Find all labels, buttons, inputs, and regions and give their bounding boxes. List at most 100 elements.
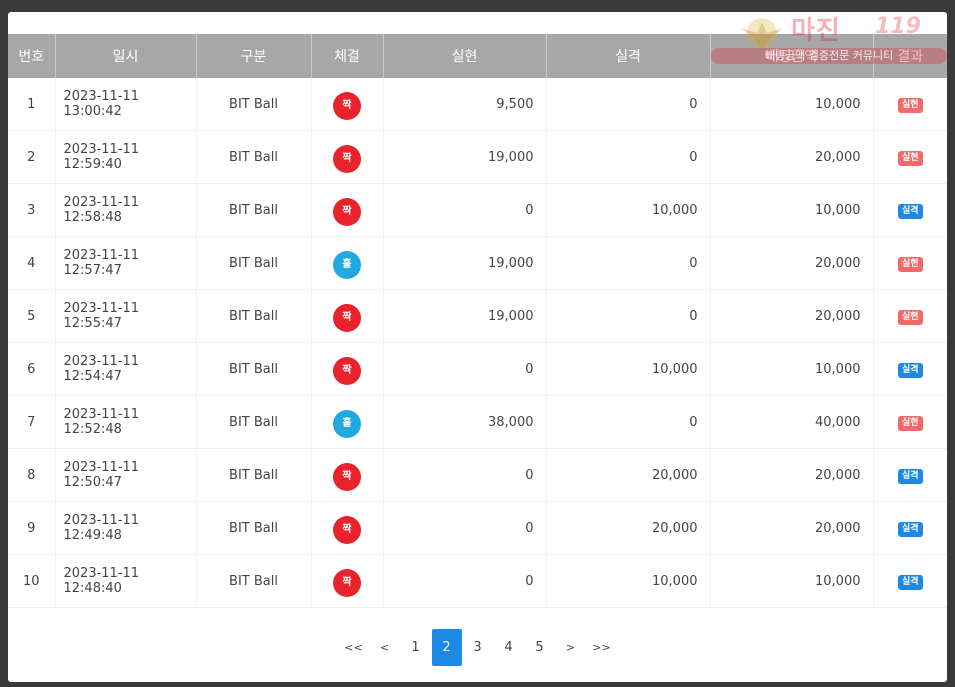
cell-pick: 홀 (311, 236, 384, 290)
cell-no: 10 (8, 554, 56, 608)
pagination: << < 1 2 3 4 5 > >> (8, 628, 947, 666)
cell-result: 실현 (873, 395, 947, 449)
header-bet-amount: 배팅금액 (710, 34, 874, 78)
table-row: 5 2023-11-11 12:55:47 BIT Ball 짝 19,000 0 20,0… (8, 289, 947, 343)
page-prev-button[interactable]: < (370, 629, 400, 666)
cell-no: 5 (8, 289, 56, 343)
result-badge: 실격 (897, 468, 923, 484)
cell-realized: 0 (383, 554, 547, 608)
cell-realized: 0 (383, 342, 547, 396)
result-badge: 실현 (897, 309, 923, 325)
cell-result: 실격 (873, 554, 947, 608)
cell-datetime: 2023-11-11 12:49:48 (55, 501, 197, 555)
cell-no: 8 (8, 448, 56, 502)
cell-realized: 19,000 (383, 289, 547, 343)
table-row: 10 2023-11-11 12:48:40 BIT Ball 짝 0 10,000 10,… (8, 554, 947, 608)
cell-result: 실현 (873, 236, 947, 290)
page-2-button[interactable]: 2 (431, 628, 462, 666)
header-no: 번호 (8, 34, 56, 78)
cell-pick: 짝 (311, 78, 384, 131)
cell-datetime: 2023-11-11 12:57:47 (55, 236, 197, 290)
pick-ball: 짝 (333, 357, 361, 385)
cell-pick: 짝 (311, 554, 384, 608)
cell-pick: 짝 (311, 130, 384, 184)
table-row: 6 2023-11-11 12:54:47 BIT Ball 짝 0 10,000 10,0… (8, 342, 947, 396)
cell-no: 9 (8, 501, 56, 555)
cell-type: BIT Ball (196, 554, 312, 608)
cell-no: 1 (8, 78, 56, 131)
cell-result: 실현 (873, 78, 947, 131)
cell-pick: 짝 (311, 289, 384, 343)
result-badge: 실격 (897, 362, 923, 378)
cell-datetime: 2023-11-11 12:52:48 (55, 395, 197, 449)
cell-pick: 짝 (311, 342, 384, 396)
header-realized: 실현 (383, 34, 547, 78)
cell-no: 3 (8, 183, 56, 237)
table-row: 8 2023-11-11 12:50:47 BIT Ball 짝 0 20,000 20,0… (8, 448, 947, 502)
pick-ball: 짝 (333, 463, 361, 491)
header-pick: 체결 (311, 34, 384, 78)
page-4-button[interactable]: 4 (494, 629, 524, 666)
cell-datetime: 2023-11-11 12:55:47 (55, 289, 197, 343)
cell-lost: 0 (546, 130, 711, 184)
cell-lost: 10,000 (546, 554, 711, 608)
cell-result: 실현 (873, 289, 947, 343)
result-badge: 실현 (897, 150, 923, 166)
header-type: 구분 (196, 34, 312, 78)
cell-lost: 10,000 (546, 342, 711, 396)
cell-lost: 10,000 (546, 183, 711, 237)
cell-pick: 짝 (311, 183, 384, 237)
page-1-button[interactable]: 1 (401, 629, 431, 666)
result-badge: 실현 (897, 256, 923, 272)
header-lost: 실격 (546, 34, 711, 78)
cell-result: 실현 (873, 130, 947, 184)
cell-pick: 짝 (311, 448, 384, 502)
table-row: 7 2023-11-11 12:52:48 BIT Ball 홀 38,000 0 40,0… (8, 395, 947, 449)
cell-bet-amount: 20,000 (710, 501, 874, 555)
result-badge: 실격 (897, 203, 923, 219)
table-row: 9 2023-11-11 12:49:48 BIT Ball 짝 0 20,000 20,0… (8, 501, 947, 555)
cell-datetime: 2023-11-11 13:00:42 (55, 78, 197, 131)
page-5-button[interactable]: 5 (525, 629, 555, 666)
cell-datetime: 2023-11-11 12:48:40 (55, 554, 197, 608)
cell-lost: 0 (546, 236, 711, 290)
table-row: 1 2023-11-11 13:00:42 BIT Ball 짝 9,500 0 10,00… (8, 78, 947, 131)
page-3-button[interactable]: 3 (463, 629, 493, 666)
pick-ball: 짝 (333, 516, 361, 544)
cell-bet-amount: 10,000 (710, 183, 874, 237)
pick-ball: 짝 (333, 92, 361, 120)
cell-no: 2 (8, 130, 56, 184)
bet-history-table: 번호 일시 구분 체결 실현 실격 배팅금액 결과 1 2023-11-11 13… (8, 34, 947, 608)
result-badge: 실현 (897, 97, 923, 113)
pick-ball: 홀 (333, 251, 361, 279)
cell-result: 실격 (873, 448, 947, 502)
cell-realized: 0 (383, 448, 547, 502)
cell-bet-amount: 20,000 (710, 236, 874, 290)
header-datetime: 일시 (55, 34, 197, 78)
header-result: 결과 (873, 34, 947, 78)
cell-datetime: 2023-11-11 12:54:47 (55, 342, 197, 396)
table-header-row: 번호 일시 구분 체결 실현 실격 배팅금액 결과 (8, 34, 947, 78)
cell-pick: 짝 (311, 501, 384, 555)
page-last-button[interactable]: >> (587, 629, 617, 666)
table-row: 2 2023-11-11 12:59:40 BIT Ball 짝 19,000 0 20,0… (8, 130, 947, 184)
cell-lost: 0 (546, 78, 711, 131)
cell-type: BIT Ball (196, 183, 312, 237)
cell-datetime: 2023-11-11 12:58:48 (55, 183, 197, 237)
cell-bet-amount: 20,000 (710, 130, 874, 184)
cell-datetime: 2023-11-11 12:59:40 (55, 130, 197, 184)
cell-result: 실격 (873, 342, 947, 396)
cell-realized: 0 (383, 501, 547, 555)
cell-type: BIT Ball (196, 448, 312, 502)
pick-ball: 짝 (333, 198, 361, 226)
cell-result: 실격 (873, 183, 947, 237)
bet-history-panel: 마진 119 배팅금액 검증전문 커뮤니티 번호 일시 구분 체결 실현 실격 … (8, 12, 947, 682)
page-next-button[interactable]: > (556, 629, 586, 666)
cell-no: 7 (8, 395, 56, 449)
cell-lost: 0 (546, 395, 711, 449)
cell-realized: 19,000 (383, 236, 547, 290)
cell-bet-amount: 20,000 (710, 289, 874, 343)
cell-bet-amount: 10,000 (710, 342, 874, 396)
page-first-button[interactable]: << (339, 629, 369, 666)
table-row: 4 2023-11-11 12:57:47 BIT Ball 홀 19,000 0 20,0… (8, 236, 947, 290)
